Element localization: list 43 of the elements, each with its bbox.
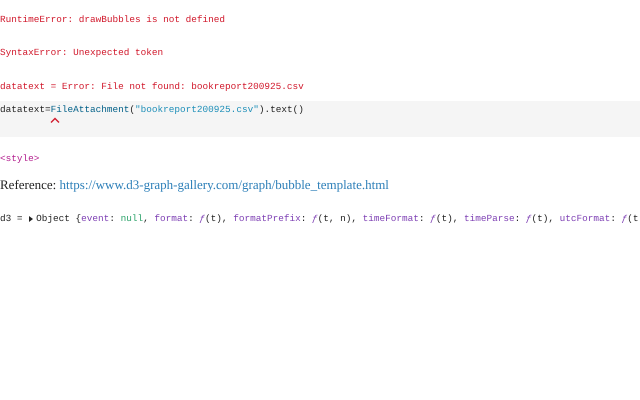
- property-key: utcFormat: [560, 213, 610, 225]
- code-token: datatext=: [0, 104, 51, 116]
- punctuation-text: (t): [205, 213, 222, 225]
- punctuation-text: (t, n): [318, 213, 352, 225]
- html-tag-text: <style>: [0, 153, 40, 164]
- punctuation-text: {: [76, 213, 82, 225]
- property-key: timeParse: [464, 213, 515, 225]
- code-token: ).text(): [258, 104, 304, 116]
- triangle-right-icon[interactable]: [28, 216, 34, 222]
- function-symbol: ƒ: [312, 213, 318, 225]
- function-symbol: ƒ: [430, 213, 436, 225]
- punctuation-text: (t): [532, 213, 548, 225]
- punctuation-text: ,: [222, 213, 229, 225]
- function-symbol: ƒ: [622, 213, 628, 225]
- punctuation-text: ,: [351, 213, 358, 225]
- reference-paragraph: Reference: https://www.d3-graph-gallery.com/graph/bubble_template.html: [0, 177, 390, 194]
- error-message: datatext = Error: File not found: bookreport200925.csv: [0, 81, 304, 92]
- variable-name: d3 =: [0, 213, 24, 225]
- punctuation-text: ,: [452, 213, 460, 225]
- object-type-label: Object: [36, 213, 71, 225]
- function-symbol: ƒ: [526, 213, 532, 225]
- property-key: formatPrefix: [233, 213, 301, 225]
- function-symbol: ƒ: [199, 213, 206, 225]
- punctuation-text: (t: [627, 213, 638, 225]
- property-key: timeFormat: [362, 213, 419, 225]
- code-token: (: [129, 104, 136, 116]
- punctuation-text: ,: [548, 213, 556, 225]
- punctuation-text: :: [109, 213, 116, 225]
- property-key: event: [81, 213, 110, 225]
- error-message: RuntimeError: drawBubbles is not defined: [0, 14, 226, 25]
- code-token: "bookreport200925.csv": [135, 104, 259, 116]
- error-message: SyntaxError: Unexpected token: [0, 47, 164, 58]
- null-value: null: [120, 213, 144, 225]
- punctuation-text: :: [610, 213, 617, 225]
- reference-link[interactable]: https://www.d3-graph-gallery.com/graph/bubble_template.html: [60, 177, 389, 192]
- property-key: format: [154, 213, 188, 225]
- punctuation-text: ,: [143, 213, 150, 225]
- punctuation-text: :: [418, 213, 426, 225]
- code-token: FileAttachment: [50, 104, 130, 116]
- punctuation-text: :: [514, 213, 522, 225]
- punctuation-text: :: [188, 213, 195, 225]
- punctuation-text: :: [300, 213, 308, 225]
- punctuation-text: (t): [436, 213, 453, 225]
